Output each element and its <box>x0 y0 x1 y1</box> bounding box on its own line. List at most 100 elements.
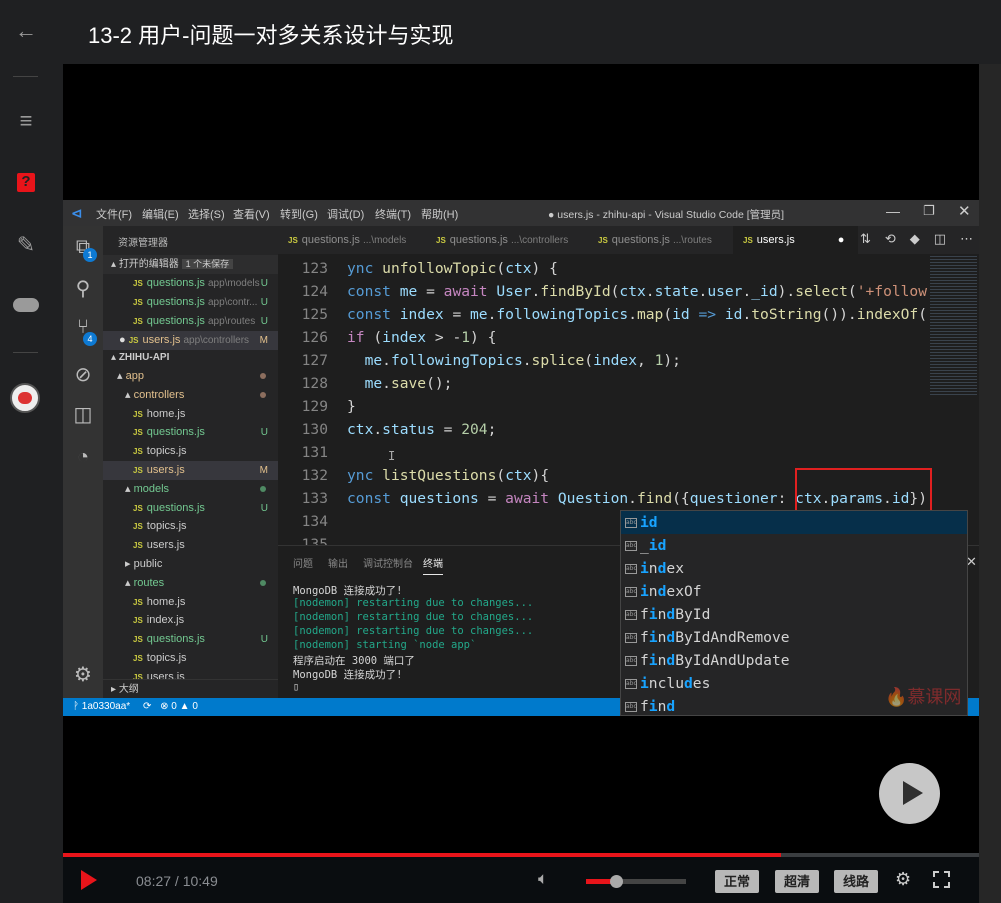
git-graph-icon[interactable]: ◔ <box>71 446 95 469</box>
tree-folder[interactable]: ▴ app <box>103 367 278 386</box>
suggestion-item[interactable]: abc _id <box>621 534 967 557</box>
explorer-sidebar: 资源管理器 ▴ 打开的编辑器 1 个未保存 JS questions.js app… <box>103 226 278 698</box>
editor-tab[interactable]: JS questions.js ...\routes <box>588 226 733 254</box>
project-header[interactable]: ▴ ZHIHU-API <box>103 348 278 367</box>
question-icon[interactable]: ? <box>17 173 35 192</box>
avatar[interactable] <box>10 383 40 413</box>
code-line[interactable]: me.save(); <box>347 375 453 392</box>
tree-file[interactable]: JS index.js <box>103 611 278 630</box>
tree-file[interactable]: JS users.js M <box>103 461 278 480</box>
window-title: ● users.js - zhihu-api - Visual Studio C… <box>548 209 785 221</box>
warning-count[interactable]: 0 <box>192 701 198 712</box>
open-editor-item[interactable]: JS questions.js app\contr... U <box>103 293 278 312</box>
duration: 10:49 <box>182 873 218 889</box>
code-line[interactable]: } <box>347 398 356 415</box>
editor-tab[interactable]: JS questions.js ...\controllers <box>426 226 588 254</box>
terminal-cursor[interactable]: ▯ <box>293 681 299 693</box>
unsaved-dot-icon[interactable]: ● <box>119 334 129 346</box>
menu-item[interactable]: 选择(S) <box>188 206 225 222</box>
settings-gear-icon[interactable]: ⚙ <box>895 869 911 890</box>
player-option-button[interactable]: 超清 <box>775 870 819 893</box>
player-option-button[interactable]: 线路 <box>834 870 878 893</box>
tree-label: models <box>133 482 170 495</box>
tree-file[interactable]: JS questions.js U <box>103 423 278 442</box>
unsaved-dot-icon[interactable]: ● <box>838 234 845 246</box>
code-line[interactable]: ync unfollowTopic(ctx) { <box>347 260 558 277</box>
editor-actions[interactable]: ⇅⟲◆◫⋯ <box>860 231 987 247</box>
error-count[interactable]: 0 <box>171 701 177 712</box>
volume-icon[interactable]: 🔈︎ <box>538 869 548 889</box>
tree-folder[interactable]: ▴ models <box>103 480 278 499</box>
tree-folder[interactable]: ▸ public <box>103 555 278 574</box>
debug-icon[interactable]: ⊘ <box>71 362 95 387</box>
open-editor-item[interactable]: JS questions.js app\routes U <box>103 312 278 331</box>
tree-label: users.js <box>146 539 185 552</box>
menu-item[interactable]: 查看(V) <box>233 206 270 222</box>
vscode-titlebar: ⊲ ● users.js - zhihu-api - Visual Studio… <box>63 200 979 226</box>
back-arrow-icon[interactable]: ← <box>0 18 52 44</box>
edit-icon[interactable]: ✎ <box>0 232 52 258</box>
suggestion-item[interactable]: abc id <box>621 511 967 534</box>
menu-item[interactable]: 文件(F) <box>96 206 132 222</box>
code-line[interactable]: me.followingTopics.splice(index, 1); <box>347 352 681 369</box>
tree-file[interactable]: JS topics.js <box>103 442 278 461</box>
gear-icon[interactable]: ⚙ <box>71 662 95 687</box>
volume-slider[interactable] <box>586 875 686 888</box>
js-file-icon: JS <box>133 654 143 663</box>
tree-folder[interactable]: ▴ controllers <box>103 386 278 405</box>
branch-name[interactable]: 1a0330aa* <box>82 701 130 712</box>
line-number: 126 <box>301 329 328 346</box>
menu-item[interactable]: 终端(T) <box>375 206 411 222</box>
code-line[interactable]: ctx.status = 204; <box>347 421 496 438</box>
panel-tab[interactable]: 问题 <box>293 555 313 570</box>
outline-header[interactable]: ▸ 大纲 <box>103 679 278 698</box>
suggestion-item[interactable]: abc findByIdAndUpdate <box>621 649 967 672</box>
tree-label: users.js <box>146 464 185 476</box>
menu-item[interactable]: 编辑(E) <box>142 206 179 222</box>
suggestion-item[interactable]: abc findByIdAndRemove <box>621 626 967 649</box>
big-play-button[interactable] <box>879 763 940 824</box>
menu-icon[interactable]: ≡ <box>0 108 52 134</box>
cloud-check-icon[interactable] <box>13 298 39 312</box>
panel-tab[interactable]: 终端 <box>423 555 443 575</box>
menu-item[interactable]: 调试(D) <box>327 206 364 222</box>
editor-tab[interactable]: JS users.js ● <box>733 226 858 254</box>
minimize-icon[interactable]: — <box>886 203 900 219</box>
tree-folder[interactable]: ▴ routes <box>103 574 278 593</box>
volume-handle[interactable] <box>610 875 623 888</box>
suggestion-item[interactable]: abc indexOf <box>621 580 967 603</box>
play-icon[interactable] <box>81 870 97 890</box>
open-editors-header[interactable]: ▴ 打开的编辑器 1 个未保存 <box>103 255 278 274</box>
extensions-icon[interactable]: ◫ <box>71 402 95 427</box>
player-option-button[interactable]: 正常 <box>715 870 759 893</box>
time-separator: / <box>171 873 183 889</box>
open-editor-item[interactable]: JS questions.js app\models U <box>103 274 278 293</box>
tree-file[interactable]: JS users.js <box>103 536 278 555</box>
js-file-icon: JS <box>133 447 143 457</box>
search-icon[interactable]: ⚲ <box>71 276 95 301</box>
close-icon[interactable]: ✕ <box>958 202 971 220</box>
restore-icon[interactable]: ❐ <box>923 203 935 219</box>
tree-label: home.js <box>146 407 186 420</box>
suggestion-item[interactable]: abc findById <box>621 603 967 626</box>
tree-file[interactable]: JS home.js <box>103 405 278 424</box>
panel-tab[interactable]: 输出 <box>328 555 348 570</box>
minimap[interactable] <box>928 254 979 545</box>
fullscreen-icon[interactable] <box>933 871 950 888</box>
panel-tab[interactable]: 调试控制台 <box>363 555 413 570</box>
editor-tab[interactable]: JS questions.js ...\models <box>278 226 426 254</box>
code-line[interactable]: ync listQuestions(ctx){ <box>347 467 549 484</box>
tree-file[interactable]: JS topics.js <box>103 649 278 668</box>
suggestion-item[interactable]: abc index <box>621 557 967 580</box>
code-line[interactable]: if (index > -1) { <box>347 329 496 346</box>
code-line[interactable]: const index = me.followingTopics.map(id … <box>347 306 927 323</box>
tree-file[interactable]: JS questions.js U <box>103 630 278 649</box>
sync-icon[interactable]: ⟳ <box>143 701 151 712</box>
menu-item[interactable]: 转到(G) <box>280 206 318 222</box>
tree-file[interactable]: JS questions.js U <box>103 499 278 518</box>
code-line[interactable]: const me = await User.findById(ctx.state… <box>347 283 927 300</box>
tree-file[interactable]: JS home.js <box>103 593 278 612</box>
tree-file[interactable]: JS topics.js <box>103 517 278 536</box>
menu-item[interactable]: 帮助(H) <box>421 206 458 222</box>
play-icon <box>903 781 923 805</box>
